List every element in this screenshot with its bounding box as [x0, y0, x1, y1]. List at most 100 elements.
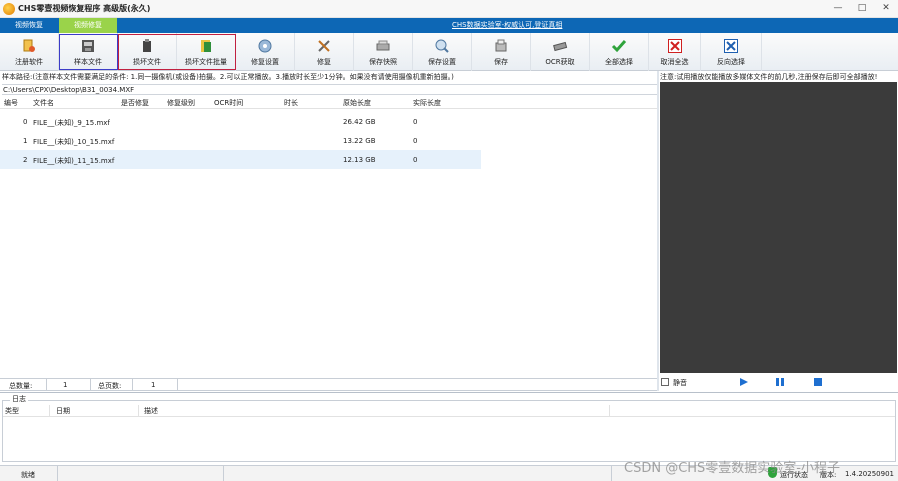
- select-all-label: 全部选择: [605, 58, 633, 66]
- divider: [49, 405, 50, 416]
- register-icon: [23, 39, 35, 52]
- deselect-all-label: 取消全选: [660, 58, 689, 66]
- watermark: CSDN @CHS零壹数据实验室-小程子: [624, 461, 840, 476]
- repair-settings-button[interactable]: 修复设置: [236, 33, 295, 71]
- save-snapshot-button[interactable]: 保存快照: [354, 33, 413, 71]
- divider: [138, 405, 139, 416]
- save-settings-button[interactable]: 保存设置: [413, 33, 472, 71]
- header-ocr-time[interactable]: OCR时间: [214, 98, 243, 108]
- table-row[interactable]: 1 FILE__(未知)_10_15.mxf 13.22 GB 0: [0, 131, 481, 150]
- header-repaired[interactable]: 是否修复: [121, 98, 149, 108]
- log-header-date[interactable]: 日期: [56, 406, 70, 416]
- total-count-label: 总数量:: [9, 382, 33, 390]
- promo-link[interactable]: CHS数据实验室-权威认可,登证真相: [452, 20, 562, 30]
- invert-select-label: 反向选择: [717, 58, 745, 66]
- mode-tab-bar: 视频恢复 视频修复 CHS数据实验室-权威认可,登证真相: [0, 18, 898, 33]
- video-preview: [660, 82, 897, 373]
- row-filename: FILE__(未知)_9_15.mxf: [33, 119, 110, 127]
- divider: [46, 379, 47, 391]
- divider: [57, 466, 58, 481]
- panel-splitter[interactable]: [657, 71, 659, 391]
- save-label: 保存: [494, 58, 508, 66]
- table-row[interactable]: 0 FILE__(未知)_9_15.mxf 26.42 GB 0: [0, 112, 481, 131]
- row-filename: FILE__(未知)_11_15.mxf: [33, 157, 115, 165]
- divider: [90, 379, 91, 391]
- row-original-size: 12.13 GB: [343, 156, 376, 164]
- save-settings-icon: [435, 39, 449, 53]
- sample-path-field[interactable]: C:\Users\CPX\Desktop\B31_0034.MXF: [2, 84, 657, 95]
- header-actual-size[interactable]: 实际长度: [413, 98, 441, 108]
- header-repair-level[interactable]: 修复级别: [167, 98, 195, 108]
- log-header-type[interactable]: 类型: [5, 406, 19, 416]
- table-header: 编号 文件名 是否修复 修复级别 OCR时间 时长 原始长度 实际长度: [0, 96, 657, 109]
- select-all-button[interactable]: 全部选择: [590, 33, 649, 71]
- header-id[interactable]: 编号: [4, 98, 18, 108]
- repair-label: 修复: [317, 58, 331, 66]
- tab-video-recovery[interactable]: 视频恢复: [0, 18, 58, 33]
- log-table: 类型 日期 描述: [2, 400, 896, 462]
- save-settings-label: 保存设置: [428, 58, 456, 66]
- row-original-size: 26.42 GB: [343, 118, 376, 126]
- row-actual-size: 0: [413, 137, 418, 145]
- tab-video-repair[interactable]: 视频修复: [59, 18, 117, 33]
- play-icon[interactable]: [740, 378, 748, 386]
- repair-icon: [318, 40, 330, 52]
- stop-icon[interactable]: [814, 378, 822, 386]
- save-snapshot-icon: [376, 40, 390, 51]
- invert-select-button[interactable]: 反向选择: [701, 33, 762, 71]
- header-duration[interactable]: 时长: [284, 98, 298, 108]
- divider: [132, 379, 133, 391]
- sample-file-highlight: [59, 34, 118, 70]
- preview-notice: 注意:试用播放仅能播放多媒体文件的前几秒,注册保存后即可全部播放!: [660, 73, 878, 81]
- table-row-selected[interactable]: 2 FILE__(未知)_11_15.mxf 12.13 GB 0: [0, 150, 481, 169]
- total-count-value: 1: [63, 381, 68, 389]
- log-header: 类型 日期 描述: [3, 405, 895, 417]
- register-button[interactable]: 注册软件: [0, 33, 59, 71]
- save-snapshot-label: 保存快照: [369, 58, 397, 66]
- close-button[interactable]: ✕: [875, 1, 897, 16]
- total-pages-label: 总页数:: [98, 382, 122, 390]
- sample-path-hint: 样本路径:(注意样本文件需要满足的条件: 1.同一摄像机(或设备)拍摄。2.可以…: [2, 73, 454, 81]
- row-original-size: 13.22 GB: [343, 137, 376, 145]
- damaged-file-highlight: [118, 34, 236, 70]
- ocr-button[interactable]: OCR获取: [531, 33, 590, 71]
- title-bar: CHS零壹视频恢复程序 高级版(永久) — □ ✕: [0, 0, 898, 18]
- save-button[interactable]: 保存: [472, 33, 531, 71]
- repair-button[interactable]: 修复: [295, 33, 354, 71]
- repair-settings-icon: [258, 39, 272, 53]
- mute-checkbox[interactable]: [661, 378, 669, 386]
- ocr-icon: [553, 41, 568, 52]
- invert-select-icon: [724, 39, 738, 53]
- register-label: 注册软件: [15, 58, 43, 66]
- pause-icon[interactable]: [776, 378, 784, 386]
- version-value: 1.4.20250901: [845, 470, 894, 478]
- minimize-button[interactable]: —: [827, 1, 849, 16]
- app-logo-icon: [3, 3, 15, 15]
- row-actual-size: 0: [413, 156, 418, 164]
- row-id: 0: [23, 118, 28, 126]
- maximize-button[interactable]: □: [851, 1, 873, 16]
- log-header-description[interactable]: 描述: [144, 406, 158, 416]
- file-table: 编号 文件名 是否修复 修复级别 OCR时间 时长 原始长度 实际长度 0 FI…: [0, 96, 657, 378]
- log-panel: 类型 日期 描述 日志: [0, 392, 898, 464]
- header-original-size[interactable]: 原始长度: [343, 98, 371, 108]
- window-title: CHS零壹视频恢复程序 高级版(永久): [18, 4, 151, 13]
- summary-bar: 总数量: 1 总页数: 1: [0, 378, 657, 391]
- deselect-all-icon: [667, 39, 682, 53]
- divider: [611, 466, 612, 481]
- select-all-icon: [611, 40, 627, 53]
- row-id: 1: [23, 137, 28, 145]
- deselect-all-button[interactable]: 取消全选: [649, 33, 701, 71]
- row-id: 2: [23, 156, 28, 164]
- preview-controls: 静音: [660, 374, 897, 391]
- total-pages-value: 1: [151, 381, 156, 389]
- divider: [609, 405, 610, 416]
- row-actual-size: 0: [413, 118, 418, 126]
- log-title: 日志: [10, 394, 28, 404]
- row-filename: FILE__(未知)_10_15.mxf: [33, 138, 115, 146]
- divider: [223, 466, 224, 481]
- divider: [177, 379, 178, 391]
- mute-label: 静音: [673, 379, 687, 387]
- save-icon: [495, 39, 507, 52]
- header-filename[interactable]: 文件名: [33, 98, 54, 108]
